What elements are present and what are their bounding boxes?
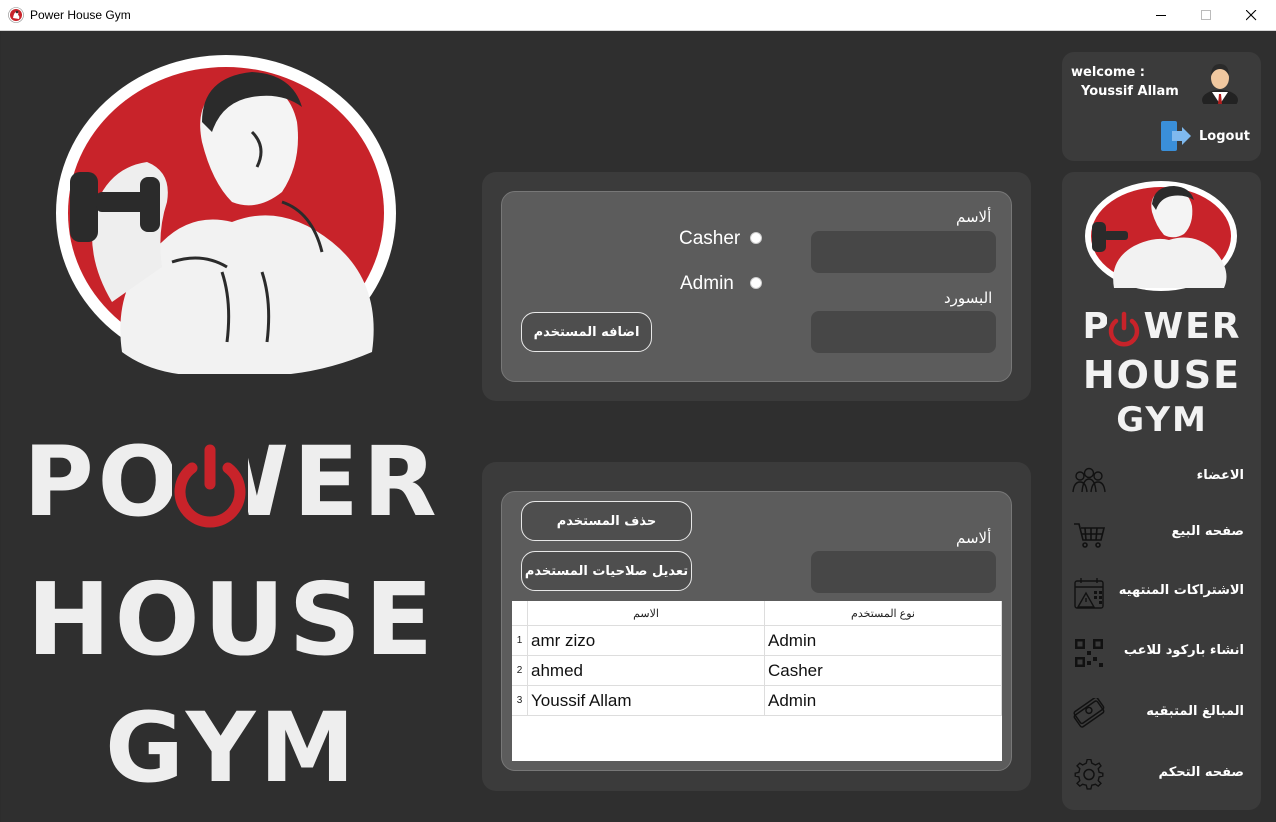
sidebar-item-create-barcode[interactable]: انشاء باركود للاعب [1062,633,1262,673]
sidebar-brand-power: POWER [1062,307,1262,347]
welcome-label: welcome : [1071,65,1146,80]
username-label: Youssif Allam [1081,84,1179,99]
cell-role[interactable]: Admin [764,625,1002,656]
power-button-icon [172,444,248,528]
sidebar-item-expired-subscriptions-label: الاشتراكات المنتهيه [1118,583,1244,598]
brand-title-gym: GYM [105,692,359,804]
money-icon [1073,698,1105,728]
name-input[interactable] [811,231,996,273]
sidebar-item-remaining-amounts[interactable]: المبالغ المتبقيه [1062,694,1262,734]
search-name-label: ألاسم [956,529,992,547]
table-row[interactable]: 2 ahmed Casher [512,655,1002,686]
table-row[interactable]: 3 Youssif Allam Admin [512,685,1002,716]
sidebar-item-control-panel-label: صفحه التحكم [1158,765,1244,780]
logout-label: Logout [1199,129,1250,144]
sidebar-item-sales-label: صفحه البيع [1171,524,1244,539]
row-index: 1 [512,625,528,656]
cell-name[interactable]: amr zizo [527,625,765,656]
gym-bodybuilder-logo [56,55,396,374]
sidebar-brand-gym: GYM [1116,400,1208,440]
window-title: Power House Gym [30,8,131,22]
brand-title-power: POWER [22,432,442,532]
sidebar-item-create-barcode-label: انشاء باركود للاعب [1123,643,1244,658]
logout-icon [1161,121,1191,151]
row-index: 3 [512,685,528,716]
maximize-button[interactable] [1183,0,1229,31]
role-option-casher-radio[interactable] [750,232,762,244]
avatar [1202,64,1238,104]
minimize-icon [1155,15,1166,16]
sidebar-gym-logo [1085,181,1237,291]
table-header-row: الاسم نوع المستخدم [512,601,1002,626]
role-option-admin-label: Admin [680,273,734,294]
sidebar-item-members-label: الاعضاء [1196,468,1244,483]
table-row[interactable]: 1 amr zizo Admin [512,625,1002,656]
gear-icon [1074,759,1104,790]
cell-role[interactable]: Admin [764,685,1002,716]
app-logo-icon [8,7,24,23]
cell-name[interactable]: Youssif Allam [527,685,765,716]
edit-permissions-button[interactable]: تعديل صلاحيات المستخدم [521,551,692,591]
role-option-admin-radio[interactable] [750,277,762,289]
members-icon [1072,467,1106,493]
row-index: 2 [512,655,528,686]
sidebar-power-icon [1107,311,1141,347]
minimize-button[interactable] [1138,0,1184,31]
close-button[interactable] [1228,0,1274,31]
sidebar-brand-house: HOUSE [1082,353,1242,397]
column-header-role[interactable]: نوع المستخدم [764,601,1002,626]
brand-title-house: HOUSE [26,561,438,678]
add-user-button[interactable]: اضافه المستخدم [521,312,652,352]
users-table[interactable]: الاسم نوع المستخدم 1 amr zizo Admin 2 ah… [512,601,1002,761]
sidebar-item-control-panel[interactable]: صفحه التحكم [1062,755,1262,795]
role-option-casher-label: Casher [679,228,741,249]
sidebar-item-sales[interactable]: صفحه البيع [1062,514,1262,554]
column-header-name[interactable]: الاسم [527,601,765,626]
cell-role[interactable]: Casher [764,655,1002,686]
title-bar: Power House Gym [0,0,1276,31]
search-name-input[interactable] [811,551,996,593]
row-number-header [512,601,528,626]
password-input[interactable] [811,311,996,353]
cart-icon [1074,523,1106,548]
sidebar-item-remaining-amounts-label: المبالغ المتبقيه [1146,704,1244,719]
password-label: البسورد [944,289,993,307]
sidebar-item-expired-subscriptions[interactable]: الاشتراكات المنتهيه [1062,573,1262,613]
delete-user-button[interactable]: حذف المستخدم [521,501,692,541]
cell-name[interactable]: ahmed [527,655,765,686]
sidebar-item-members[interactable]: الاعضاء [1062,458,1262,498]
close-icon [1245,10,1256,21]
qr-code-icon [1075,639,1103,667]
logout-button[interactable]: Logout [1158,119,1258,153]
expired-calendar-icon [1074,578,1104,609]
name-label: ألاسم [956,208,992,226]
maximize-icon [1200,10,1211,20]
